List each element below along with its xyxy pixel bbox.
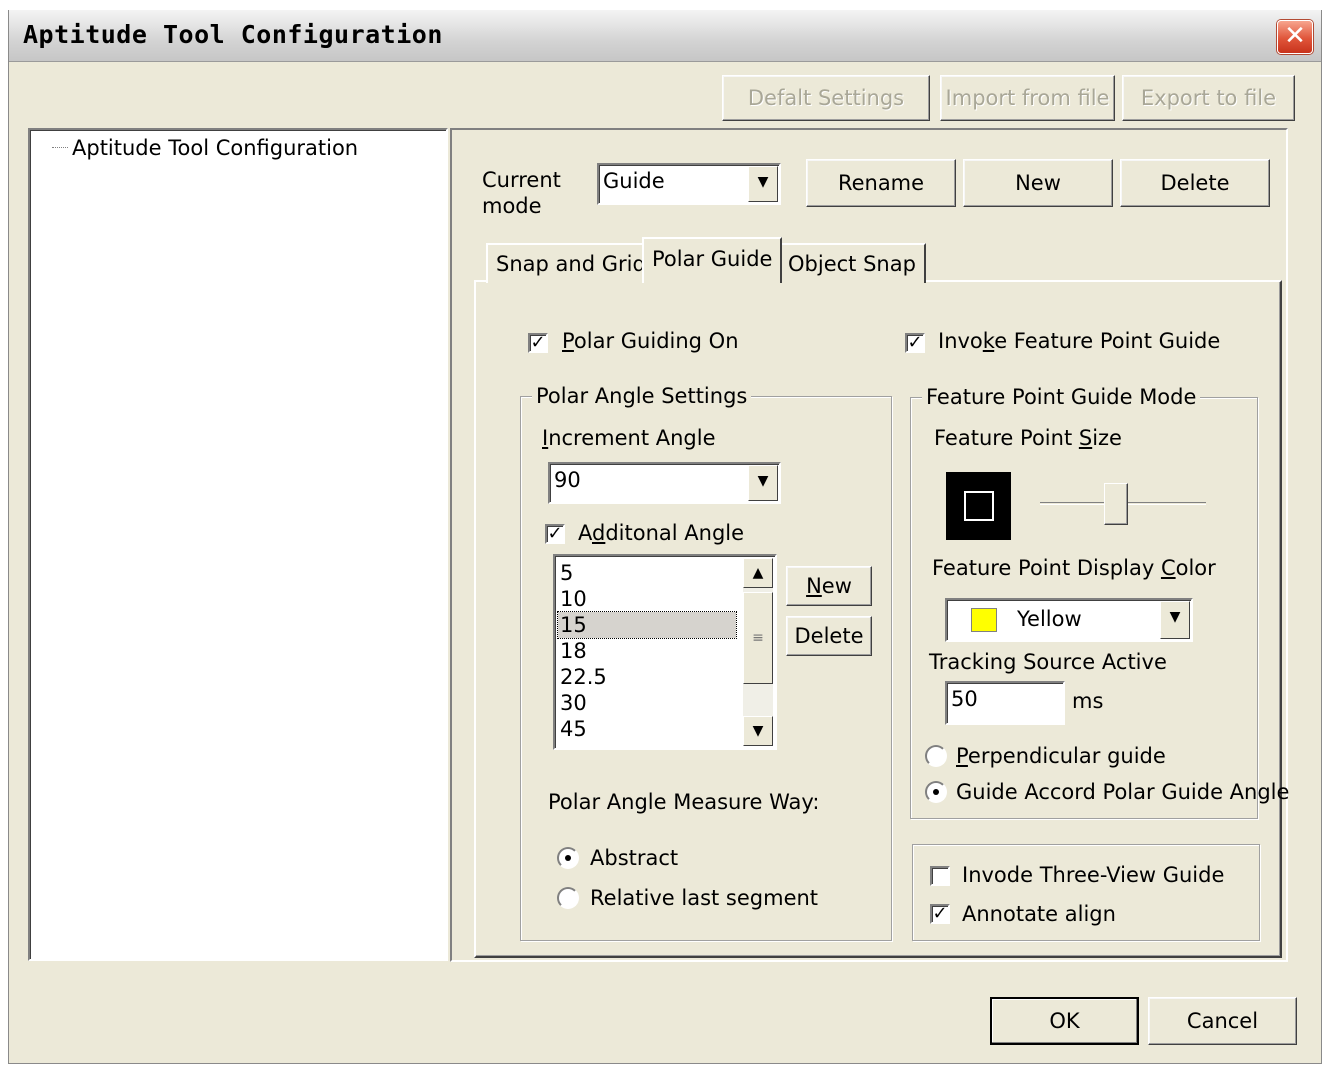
rename-mode-button[interactable]: Rename <box>806 159 956 207</box>
abstract-label[interactable]: Abstract <box>590 846 678 870</box>
invoke-feature-point-guide-checkbox[interactable]: ✓ <box>905 333 925 353</box>
cancel-button[interactable]: Cancel <box>1148 997 1297 1045</box>
export-to-file-button[interactable]: Export to file <box>1122 75 1295 121</box>
close-icon: ✕ <box>1284 21 1306 51</box>
chevron-down-icon[interactable]: ▼ <box>748 465 778 501</box>
relative-last-segment-radio[interactable] <box>557 887 579 909</box>
additional-angle-list[interactable]: 5 10 15 18 22.5 30 45 ▲ ≡ ▼ <box>553 554 777 750</box>
check-icon: ✓ <box>530 332 546 353</box>
tracking-source-value: 50 <box>951 687 978 711</box>
delete-mode-button[interactable]: Delete <box>1120 159 1270 207</box>
polar-guiding-on-label[interactable]: Polar Guiding On <box>562 329 739 353</box>
guide-accord-polar-radio[interactable] <box>925 781 947 803</box>
config-tree[interactable]: Aptitude Tool Configuration <box>28 128 448 961</box>
feature-point-preview <box>946 472 1011 540</box>
tree-connector <box>52 147 68 148</box>
relative-last-segment-label[interactable]: Relative last segment <box>590 886 818 910</box>
three-view-guide-checkbox[interactable] <box>930 866 950 886</box>
polar-angle-settings-title: Polar Angle Settings <box>532 384 752 408</box>
display-color-value: Yellow <box>1017 607 1082 631</box>
chevron-down-icon[interactable]: ▼ <box>1160 601 1190 639</box>
abstract-radio[interactable] <box>557 847 579 869</box>
current-mode-select[interactable]: Guide ▼ <box>597 163 781 205</box>
import-from-file-button[interactable]: Import from file <box>940 75 1115 121</box>
title-bar[interactable]: Aptitude Tool Configuration ✕ <box>9 10 1321 62</box>
annotate-align-checkbox[interactable]: ✓ <box>930 904 950 924</box>
list-item-selected[interactable]: 15 <box>557 611 737 639</box>
new-mode-button[interactable]: New <box>963 159 1113 207</box>
list-item[interactable]: 10 <box>560 586 587 612</box>
guide-accord-polar-label[interactable]: Guide Accord Polar Guide Angle <box>956 780 1289 804</box>
window-title: Aptitude Tool Configuration <box>23 20 443 49</box>
new-angle-button[interactable]: New <box>786 566 872 606</box>
list-item[interactable]: 22.5 <box>560 664 607 690</box>
list-item[interactable]: 45 <box>560 716 587 742</box>
display-color-select[interactable]: Yellow ▼ <box>945 598 1193 642</box>
tree-item-root[interactable]: Aptitude Tool Configuration <box>72 136 358 160</box>
chevron-up-icon[interactable]: ▲ <box>743 558 773 588</box>
default-settings-button[interactable]: Defalt Settings <box>722 75 930 121</box>
tracking-unit-label: ms <box>1072 689 1104 713</box>
ok-button[interactable]: OK <box>990 997 1139 1045</box>
tracking-source-active-label: Tracking Source Active <box>929 650 1167 674</box>
perpendicular-guide-label[interactable]: Perpendicular guide <box>956 744 1166 768</box>
annotate-align-label[interactable]: Annotate align <box>962 902 1116 926</box>
scrollbar-thumb[interactable]: ≡ <box>743 592 773 684</box>
size-slider-thumb[interactable] <box>1104 483 1128 525</box>
feature-point-size-label: Feature Point Size <box>934 426 1122 450</box>
current-mode-label-line2: mode <box>482 194 542 218</box>
close-button[interactable]: ✕ <box>1277 20 1313 54</box>
color-swatch <box>971 608 997 632</box>
increment-angle-value: 90 <box>554 468 581 492</box>
check-icon: ✓ <box>932 903 948 924</box>
list-item[interactable]: 18 <box>560 638 587 664</box>
list-item[interactable]: 30 <box>560 690 587 716</box>
increment-angle-select[interactable]: 90 ▼ <box>548 462 781 504</box>
current-mode-value: Guide <box>603 169 665 193</box>
three-view-guide-label[interactable]: Invode Three-View Guide <box>962 863 1224 887</box>
square-icon <box>964 491 994 521</box>
delete-angle-button[interactable]: Delete <box>786 616 872 656</box>
invoke-feature-point-guide-label[interactable]: Invoke Feature Point Guide <box>938 329 1220 353</box>
chevron-down-icon[interactable]: ▼ <box>748 166 778 202</box>
tab-snap-and-grid[interactable]: Snap and Grid <box>486 243 656 283</box>
measure-way-label: Polar Angle Measure Way: <box>548 790 820 814</box>
polar-guiding-on-checkbox[interactable]: ✓ <box>528 333 548 353</box>
tracking-source-input[interactable]: 50 <box>945 681 1065 725</box>
perpendicular-guide-radio[interactable] <box>925 745 947 767</box>
additional-angle-label[interactable]: Additonal Angle <box>578 521 744 545</box>
feature-point-display-color-label: Feature Point Display Color <box>932 556 1216 580</box>
check-icon: ✓ <box>907 332 923 353</box>
tab-object-snap[interactable]: Object Snap <box>778 243 926 283</box>
list-scrollbar[interactable]: ▲ ≡ ▼ <box>743 558 773 746</box>
list-item[interactable]: 5 <box>560 560 573 586</box>
chevron-down-icon[interactable]: ▼ <box>743 716 773 746</box>
current-mode-label-line1: Current <box>482 168 561 192</box>
tab-polar-guide[interactable]: Polar Guide <box>642 237 783 283</box>
check-icon: ✓ <box>547 523 563 544</box>
increment-angle-label: Increment Angle <box>542 426 716 450</box>
extras-group <box>912 844 1260 941</box>
additional-angle-checkbox[interactable]: ✓ <box>545 524 565 544</box>
feature-point-guide-mode-title: Feature Point Guide Mode <box>922 385 1201 409</box>
